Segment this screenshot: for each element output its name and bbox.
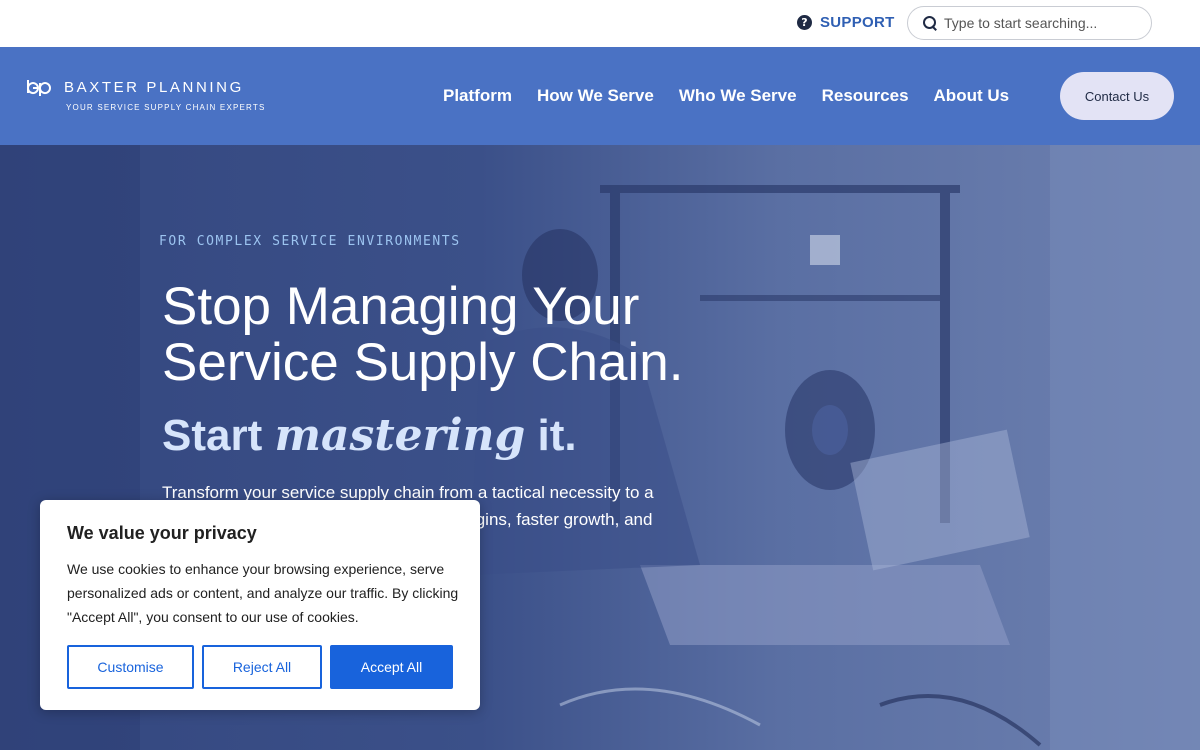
nav-item-about-us[interactable]: About Us xyxy=(934,86,1010,106)
search-icon xyxy=(922,15,938,31)
contact-us-button[interactable]: Contact Us xyxy=(1060,72,1174,120)
reject-all-button[interactable]: Reject All xyxy=(202,645,322,689)
cookie-consent-banner: We value your privacy We use cookies to … xyxy=(40,500,480,710)
search-box[interactable] xyxy=(907,6,1152,40)
hero-headline-line1: Stop Managing Your xyxy=(162,277,640,336)
cookie-text: We use cookies to enhance your browsing … xyxy=(67,561,459,625)
hero-subhead-end: it. xyxy=(537,411,577,460)
hero-eyebrow: FOR COMPLEX SERVICE ENVIRONMENTS xyxy=(159,234,461,249)
nav-item-resources[interactable]: Resources xyxy=(822,86,909,106)
nav-links: Platform How We Serve Who We Serve Resou… xyxy=(443,86,1034,106)
hero-subhead-emphasis: mastering xyxy=(274,410,526,461)
cookie-title: We value your privacy xyxy=(67,523,257,543)
nav-item-who-we-serve[interactable]: Who We Serve xyxy=(679,86,797,106)
accept-all-button[interactable]: Accept All xyxy=(330,645,453,689)
utility-bar: ? SUPPORT xyxy=(0,0,1200,47)
hero-headline-line2: Service Supply Chain. xyxy=(162,333,684,392)
logo-mark-icon xyxy=(27,80,51,96)
hero-headline: Stop Managing Your Service Supply Chain. xyxy=(162,279,782,391)
question-circle-icon: ? xyxy=(797,15,812,30)
nav-item-how-we-serve[interactable]: How We Serve xyxy=(537,86,654,106)
hero-subhead: Start mastering it. xyxy=(162,410,577,461)
support-link[interactable]: ? SUPPORT xyxy=(797,14,895,31)
support-label: SUPPORT xyxy=(820,14,895,31)
customise-button[interactable]: Customise xyxy=(67,645,194,689)
main-nav: BAXTER PLANNING YOUR SERVICE SUPPLY CHAI… xyxy=(0,47,1200,145)
logo-name: BAXTER PLANNING xyxy=(64,79,244,96)
logo-tagline: YOUR SERVICE SUPPLY CHAIN EXPERTS xyxy=(66,103,266,112)
hero-subhead-start: Start xyxy=(162,411,263,460)
search-input[interactable] xyxy=(944,15,1144,31)
nav-item-platform[interactable]: Platform xyxy=(443,86,512,106)
